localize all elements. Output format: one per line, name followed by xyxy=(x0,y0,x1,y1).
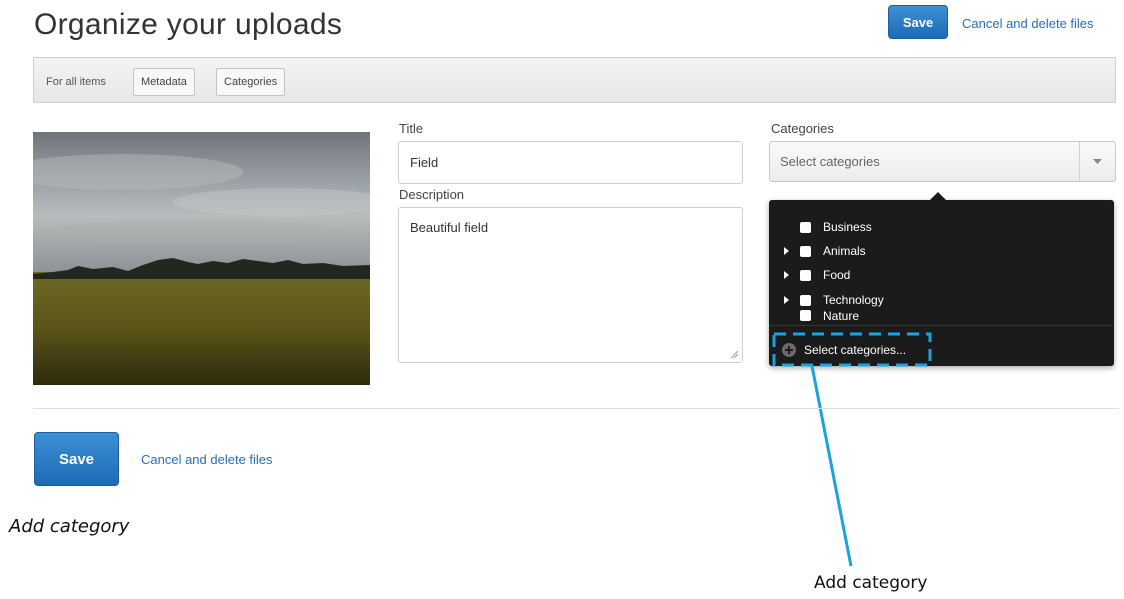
highlight-box xyxy=(772,332,932,367)
section-divider xyxy=(33,408,1119,409)
callout-label: Add category xyxy=(814,573,928,593)
callout-line xyxy=(810,365,853,567)
annotation-note: Add category xyxy=(9,516,130,537)
annotation-overlay xyxy=(772,332,932,567)
save-button-bottom[interactable]: Save xyxy=(34,432,119,486)
cancel-delete-link-bottom[interactable]: Cancel and delete files xyxy=(141,452,273,467)
